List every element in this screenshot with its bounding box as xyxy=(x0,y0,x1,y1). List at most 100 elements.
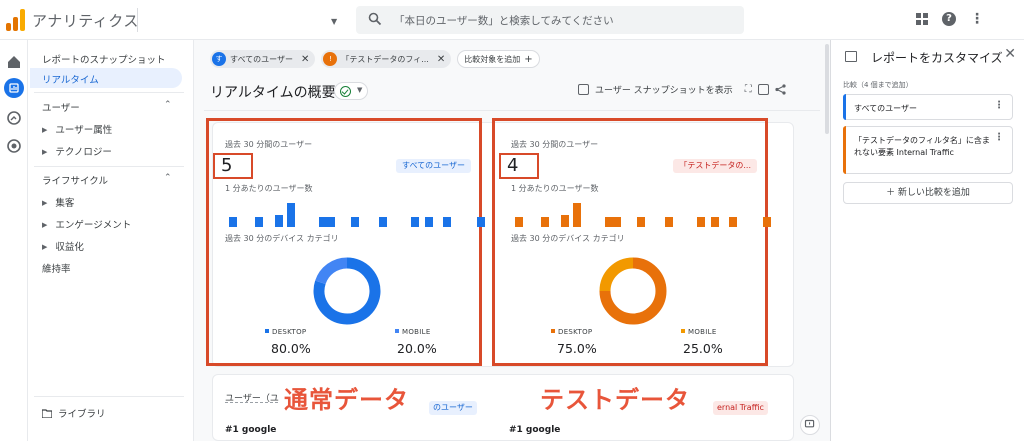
feedback-icon[interactable] xyxy=(800,415,820,435)
add-new-comparison-button[interactable]: ＋ 新しい比較を追加 xyxy=(843,182,1013,204)
nav-section-lifecycle[interactable]: ライフサイクル xyxy=(42,173,108,187)
help-icon[interactable]: ? xyxy=(942,12,956,26)
close-icon[interactable]: ✕ xyxy=(437,54,445,65)
minute-bar xyxy=(573,203,581,227)
add-comparison-label: 比較対象を追加 xyxy=(464,54,521,64)
home-icon[interactable] xyxy=(6,54,22,70)
status-dropdown[interactable]: ▼ xyxy=(334,82,368,100)
comparison-item-all-users[interactable]: すべてのユーザー ⋮ xyxy=(843,94,1013,120)
users-dimension-label[interactable]: ユーザー（ユ xyxy=(225,391,279,404)
reports-icon[interactable] xyxy=(4,78,24,98)
edit-report-icon[interactable] xyxy=(757,84,769,95)
customize-report-panel: レポートをカスタマイズ ✕ 比較（4 個まで追加） すべてのユーザー ⋮ 「テス… xyxy=(830,40,1024,441)
minute-bar xyxy=(443,217,451,227)
page-title: リアルタイムの概要 xyxy=(210,85,336,101)
minute-bar xyxy=(229,217,237,227)
main-content: す すべてのユーザー ✕ ! 「テストデータのフィ... ✕ 比較対象を追加 +… xyxy=(194,40,830,441)
chip-avatar: ! xyxy=(323,52,338,66)
folder-icon xyxy=(41,409,53,419)
nav-item-monetization[interactable]: ▶ 収益化 xyxy=(42,239,84,253)
minute-bar xyxy=(541,217,549,227)
user-snapshot-icon[interactable] xyxy=(578,84,589,95)
customize-icon xyxy=(845,51,857,62)
more-menu-icon[interactable]: ⋮ xyxy=(970,12,984,26)
divider xyxy=(34,92,184,93)
more-menu-icon[interactable]: ⋮ xyxy=(994,132,1004,143)
more-menu-icon[interactable]: ⋮ xyxy=(994,100,1004,111)
fullscreen-icon[interactable]: ⛶ xyxy=(745,84,752,95)
collapse-icon[interactable]: ⌃ xyxy=(164,173,172,183)
divider xyxy=(34,396,184,397)
divider xyxy=(137,8,138,32)
comparison-item-label: すべてのユーザー xyxy=(854,104,917,113)
advertising-icon[interactable] xyxy=(6,138,22,154)
nav-item-user-attributes[interactable]: ▶ ユーザー属性 xyxy=(42,122,112,136)
analytics-logo-icon[interactable] xyxy=(6,9,26,31)
explore-icon[interactable] xyxy=(6,110,22,126)
minute-bar xyxy=(613,217,621,227)
left-rail xyxy=(0,40,28,441)
minute-bar xyxy=(665,217,673,227)
chip-avatar: す xyxy=(212,52,226,66)
nav-item-retention[interactable]: 維持率 xyxy=(42,261,71,275)
nav-item-label: ユーザー属性 xyxy=(55,125,113,136)
expand-icon: ▶ xyxy=(42,126,48,134)
expand-icon: ▶ xyxy=(42,148,48,156)
mobile-percent: 25.0% xyxy=(683,341,723,356)
legend-mobile: MOBILE xyxy=(681,328,717,336)
close-icon[interactable]: ✕ xyxy=(301,54,309,65)
nav-item-label: 収益化 xyxy=(55,242,84,253)
legend-label: MOBILE xyxy=(688,328,717,336)
chip-label: 「テストデータのフィ... xyxy=(341,54,429,64)
plus-icon: + xyxy=(524,53,533,65)
user-snapshot-button[interactable]: ユーザー スナップショットを表示 xyxy=(595,83,733,96)
comparison-tag: のユーザー xyxy=(429,401,477,415)
panel-test-data: 過去 30 分間のユーザー 4 「テストデータの... 1 分あたりのユーザー数… xyxy=(492,118,771,366)
nav-item-engagement[interactable]: ▶ エンゲージメント xyxy=(42,217,131,231)
nav-item-technology[interactable]: ▶ テクノロジー xyxy=(42,144,112,158)
minute-bar xyxy=(287,203,295,227)
share-icon[interactable] xyxy=(775,84,786,95)
comparison-tag: すべてのユーザー xyxy=(396,159,471,173)
minute-bar xyxy=(351,217,359,227)
comparison-limit-label: 比較（4 個まで追加） xyxy=(843,81,913,89)
device-donut-chart xyxy=(313,257,381,325)
collapse-icon[interactable]: ⌃ xyxy=(164,100,172,110)
nav-item-label: エンゲージメント xyxy=(55,220,132,231)
divider xyxy=(204,110,820,111)
mobile-percent: 20.0% xyxy=(397,341,437,356)
nav-snapshot[interactable]: レポートのスナップショット xyxy=(42,52,166,66)
legend-desktop: DESKTOP xyxy=(551,328,592,336)
users-per-minute-label: 1 分あたりのユーザー数 xyxy=(511,184,599,193)
nav-section-user[interactable]: ユーザー xyxy=(42,100,80,114)
annotation-test-data: テストデータ xyxy=(536,380,694,415)
search-bar[interactable]: 「本日のユーザー数」と検索してみてください xyxy=(356,6,744,34)
snapshot-toolbar: ユーザー スナップショットを表示 ⛶ xyxy=(578,83,786,96)
close-icon[interactable]: ✕ xyxy=(1004,46,1016,62)
comparison-item-label: 「テストデータのフィルタ名」に含まれない要素 Internal Traffic xyxy=(854,136,990,157)
device-category-label: 過去 30 分のデバイス カテゴリ xyxy=(511,234,625,243)
panel-title: レポートをカスタマイズ xyxy=(871,51,1003,65)
comparison-item-test-filter[interactable]: 「テストデータのフィルタ名」に含まれない要素 Internal Traffic … xyxy=(843,126,1013,174)
legend-label: DESKTOP xyxy=(558,328,593,336)
nav-item-acquisition[interactable]: ▶ 集客 xyxy=(42,195,74,209)
nav-library[interactable]: ライブラリ xyxy=(41,406,106,420)
scrollbar[interactable] xyxy=(825,44,829,134)
app-title: アナリティクス xyxy=(32,12,139,30)
apps-grid-icon[interactable] xyxy=(916,13,928,25)
users-30min-label: 過去 30 分間のユーザー xyxy=(225,140,313,149)
users-per-minute-label: 1 分あたりのユーザー数 xyxy=(225,184,313,193)
chip-label: すべてのユーザー xyxy=(230,54,293,64)
minute-bar xyxy=(561,215,569,227)
chip-all-users[interactable]: す すべてのユーザー ✕ xyxy=(210,50,316,68)
minute-bar xyxy=(711,217,719,227)
add-comparison-button[interactable]: 比較対象を追加 + xyxy=(457,50,540,68)
check-circle-icon xyxy=(340,86,351,97)
property-dropdown-icon[interactable]: ▼ xyxy=(331,17,337,26)
device-donut-chart xyxy=(599,257,667,325)
divider xyxy=(34,166,184,167)
chip-test-filter[interactable]: ! 「テストデータのフィ... ✕ xyxy=(321,50,452,68)
nav-realtime[interactable]: リアルタイム xyxy=(30,68,182,88)
users-per-minute-chart xyxy=(229,199,485,227)
minute-bar xyxy=(515,217,523,227)
